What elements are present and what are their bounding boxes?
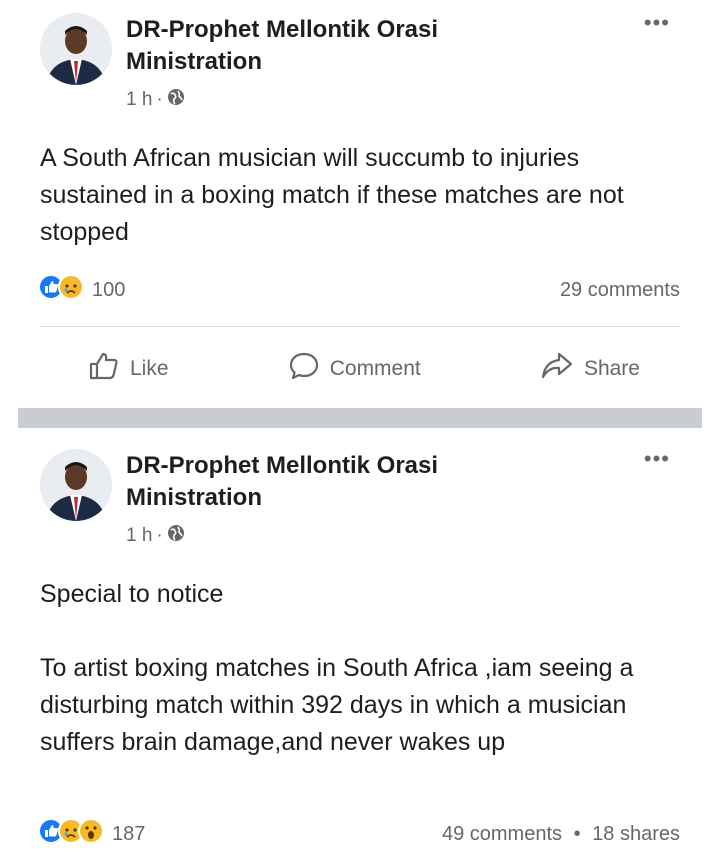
share-label: Share — [583, 357, 640, 380]
sad-reaction-icon — [58, 274, 84, 306]
more-options-icon[interactable]: ••• — [644, 12, 670, 34]
summary-separator: • — [573, 822, 581, 845]
post-text: A South African musician will succumb to… — [40, 144, 624, 246]
more-options-icon[interactable]: ••• — [644, 448, 670, 470]
reaction-count[interactable]: 187 — [112, 823, 145, 846]
feed-separator — [18, 408, 702, 428]
globe-icon — [167, 524, 185, 548]
like-button[interactable]: Like — [88, 351, 169, 387]
thumbs-up-icon — [88, 351, 120, 387]
meta-separator: · — [156, 525, 163, 546]
engagement-summary: 49 comments • 18 shares — [442, 823, 680, 846]
reaction-icons[interactable] — [38, 274, 84, 306]
post-text: To artist boxing matches in South Africa… — [40, 654, 634, 756]
post-time[interactable]: 1 h — [126, 525, 152, 547]
post-meta: 1 h · — [126, 524, 185, 548]
comment-icon — [288, 351, 320, 387]
wow-reaction-icon — [78, 818, 104, 850]
like-label: Like — [130, 357, 169, 380]
post-text-line: Special to notice — [40, 580, 224, 608]
post-meta: 1 h · — [126, 88, 185, 112]
author-avatar[interactable] — [40, 449, 112, 521]
comment-button[interactable]: Comment — [288, 351, 421, 387]
reaction-icons[interactable] — [38, 818, 104, 850]
author-name[interactable]: DR-Prophet Mellontik Orasi Ministration — [126, 450, 566, 514]
author-avatar[interactable] — [40, 13, 112, 85]
action-divider — [40, 326, 680, 327]
globe-icon — [167, 88, 185, 112]
post-actions: Like Comment Share — [40, 346, 680, 392]
reactions-bar: 187 49 comments • 18 shares — [38, 818, 680, 850]
share-icon — [540, 351, 574, 387]
reactions-bar: 100 29 comments — [38, 274, 680, 306]
comments-count[interactable]: 29 comments — [560, 279, 680, 302]
comments-count[interactable]: 49 comments — [442, 823, 562, 845]
reaction-count[interactable]: 100 — [92, 279, 125, 302]
comment-label: Comment — [329, 357, 421, 380]
meta-separator: · — [156, 89, 163, 110]
post-time[interactable]: 1 h — [126, 89, 152, 111]
shares-count[interactable]: 18 shares — [592, 823, 680, 845]
author-name[interactable]: DR-Prophet Mellontik Orasi Ministration — [126, 14, 566, 78]
share-button[interactable]: Share — [540, 351, 640, 387]
